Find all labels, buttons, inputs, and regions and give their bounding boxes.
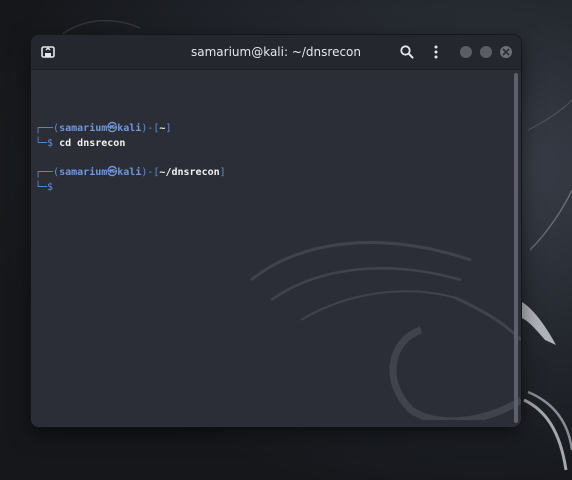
prompt-corner-bottom: └─ [35, 182, 48, 193]
prompt-host: kali [117, 123, 142, 134]
terminal-content[interactable]: ┌──(samarium㉿kali)-[~] └─$ cd dnsrecon ┌… [31, 70, 521, 427]
prompt-line-2: ┌──(samarium㉿kali)-[~/dnsrecon] [35, 166, 226, 179]
prompt-host: kali [117, 167, 142, 178]
prompt-dir-close: ] [165, 123, 172, 134]
vertical-scrollbar[interactable] [514, 73, 518, 423]
command-line-2: └─$ [35, 181, 59, 194]
title-bar: samarium@kali: ~/dnsrecon [31, 35, 521, 70]
prompt-separator: )-[ [141, 123, 160, 134]
prompt-user: samarium [59, 167, 108, 178]
prompt-corner-bottom: └─ [35, 138, 48, 149]
kali-dragon-watermark [250, 241, 521, 420]
minimize-icon[interactable] [460, 46, 472, 58]
search-icon[interactable] [399, 44, 415, 60]
kebab-menu-icon[interactable] [429, 44, 443, 60]
command-line-1: └─$ cd dnsrecon [35, 137, 125, 150]
window-title: samarium@kali: ~/dnsrecon [191, 45, 361, 59]
prompt-dir: ~/dnsrecon [159, 167, 220, 178]
close-icon[interactable] [500, 46, 512, 58]
desktop-background: samarium@kali: ~/dnsrecon ┌──(samarium㉿k… [0, 0, 572, 480]
scrollbar-thumb[interactable] [514, 73, 518, 423]
prompt-separator: )-[ [141, 167, 160, 178]
prompt-corner: ┌──( [35, 167, 60, 178]
prompt-dir-close: ] [219, 167, 226, 178]
terminal-window: samarium@kali: ~/dnsrecon ┌──(samarium㉿k… [31, 35, 521, 427]
command-text: cd dnsrecon [59, 138, 126, 149]
new-tab-icon[interactable] [40, 44, 56, 60]
prompt-user: samarium [59, 123, 108, 134]
prompt-corner: ┌──( [35, 123, 60, 134]
prompt-line-1: ┌──(samarium㉿kali)-[~] [35, 122, 171, 135]
prompt-at: ㉿ [107, 167, 118, 178]
prompt-at: ㉿ [107, 123, 118, 134]
maximize-icon[interactable] [480, 46, 492, 58]
